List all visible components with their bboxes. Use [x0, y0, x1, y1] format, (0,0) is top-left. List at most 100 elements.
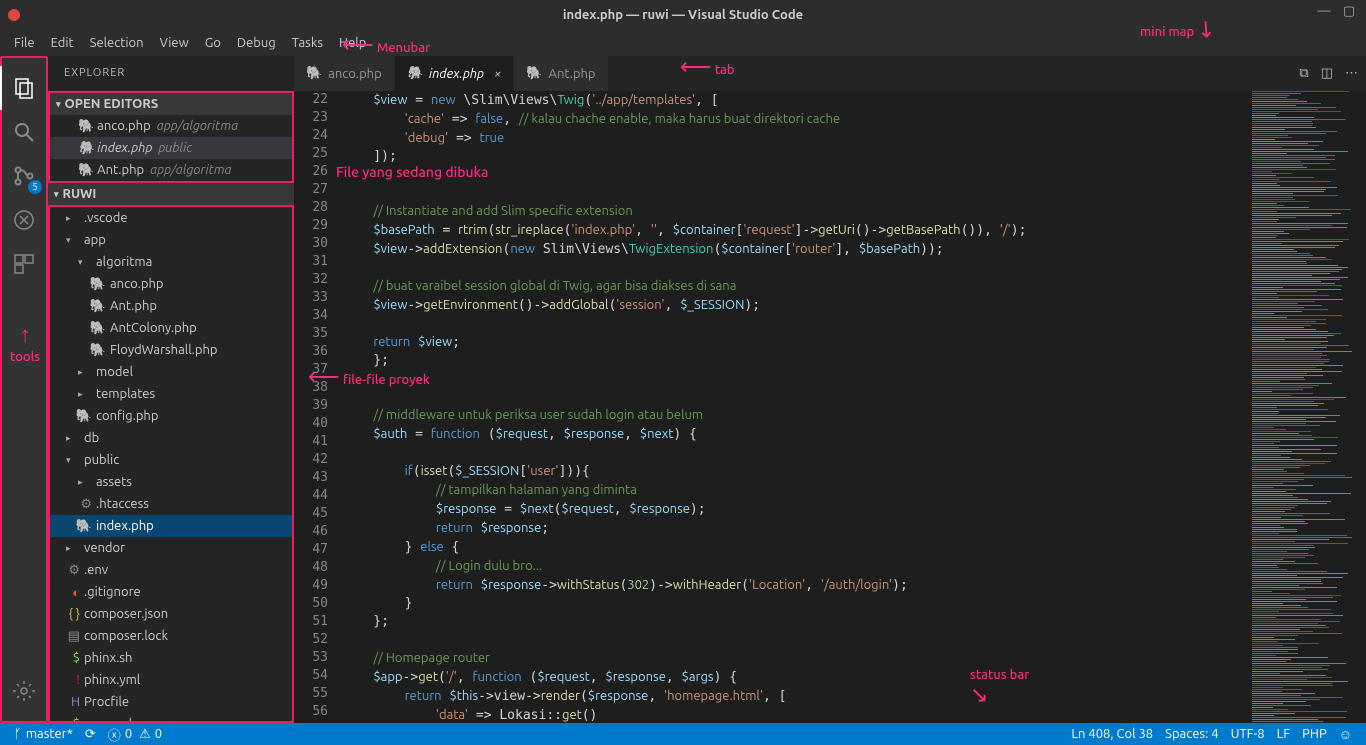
tree-item-label: .gitignore	[84, 585, 141, 599]
split-icon[interactable]: ⧉	[1299, 66, 1308, 81]
menu-edit[interactable]: Edit	[43, 30, 82, 56]
folder-icon: ▾	[76, 257, 92, 268]
tree-item-label: .vscode	[84, 211, 128, 225]
tree-file[interactable]: ▤composer.lock	[50, 625, 292, 647]
tree-file[interactable]: 🐘FloydWarshall.php	[50, 339, 292, 361]
tree-file[interactable]: 🐘AntColony.php	[50, 317, 292, 339]
scm-badge: 5	[28, 180, 42, 194]
tab[interactable]: 🐘Ant.php	[514, 56, 608, 91]
tree-file[interactable]: $server.sh	[50, 713, 292, 723]
tree-file[interactable]: $ phinx.sh	[50, 647, 292, 669]
feedback-icon[interactable]: ☺	[1333, 727, 1358, 742]
menu-debug[interactable]: Debug	[229, 30, 284, 56]
tree-item-label: phinx.yml	[84, 673, 140, 687]
tree-file[interactable]: HProcfile	[50, 691, 292, 713]
eol[interactable]: LF	[1271, 727, 1296, 742]
minimap[interactable]	[1246, 91, 1366, 723]
more-icon[interactable]: ⋯	[1345, 66, 1358, 81]
tree-folder[interactable]: ▸assets	[50, 471, 292, 493]
tree-item-label: composer.json	[84, 607, 168, 621]
folder-icon: ▸	[64, 543, 80, 554]
open-editors-header[interactable]: ▾OPEN EDITORS	[50, 93, 292, 115]
encoding[interactable]: UTF-8	[1225, 727, 1271, 742]
menu-help[interactable]: Help	[331, 30, 374, 56]
extensions-icon[interactable]	[0, 242, 48, 286]
tree-item-label: config.php	[96, 409, 158, 423]
explorer-icon[interactable]	[0, 66, 48, 110]
tree-item-label: composer.lock	[84, 629, 168, 643]
php-icon: 🐘	[78, 119, 94, 134]
menu-go[interactable]: Go	[197, 30, 229, 56]
sync-icon[interactable]: ⟳	[79, 727, 102, 742]
tree-folder[interactable]: ▸model	[50, 361, 292, 383]
tab[interactable]: 🐘anco.php	[294, 56, 395, 91]
menu-view[interactable]: View	[152, 30, 197, 56]
tree-item-label: app	[84, 233, 106, 247]
tree-folder[interactable]: ▾app	[50, 229, 292, 251]
settings-icon[interactable]	[0, 669, 48, 713]
code-content[interactable]: $view = new \Slim\Views\Twig('../app/tem…	[342, 91, 1246, 723]
tree-file[interactable]: ⚙.env	[50, 559, 292, 581]
tree-file[interactable]: ◐.gitignore	[50, 581, 292, 603]
open-editors-section: ▾OPEN EDITORS 🐘 anco.phpapp/algoritma🐘 i…	[48, 91, 294, 183]
tree-file[interactable]: 🐘 anco.php	[50, 273, 292, 295]
maximize-icon[interactable]: ▢	[1338, 4, 1360, 19]
tree-item-label: phinx.sh	[84, 651, 132, 665]
tree-file[interactable]: !phinx.yml	[50, 669, 292, 691]
tree-item-label: .htaccess	[96, 497, 149, 511]
close-window-dot[interactable]	[8, 9, 20, 21]
close-icon[interactable]: ×	[494, 67, 501, 81]
tree-item-label: vendor	[84, 541, 125, 555]
debug-icon[interactable]	[0, 198, 48, 242]
tree-folder[interactable]: ▸.vscode	[50, 207, 292, 229]
tree-folder[interactable]: ▸db	[50, 427, 292, 449]
layout-icon[interactable]: ◫	[1321, 66, 1333, 81]
tree-item-label: anco.php	[110, 277, 164, 291]
menu-selection[interactable]: Selection	[82, 30, 152, 56]
tab[interactable]: 🐘index.php×	[395, 56, 515, 91]
indent[interactable]: Spaces: 4	[1159, 727, 1224, 742]
sidebar-title: EXPLORER	[48, 56, 294, 91]
search-icon[interactable]	[0, 110, 48, 154]
workbench: 5 EXPLORER ▾OPEN EDITORS 🐘 anco.phpapp/a…	[0, 56, 1366, 723]
file-tree: ▸.vscode▾app▾algoritma🐘anco.php🐘Ant.php🐘…	[48, 205, 294, 723]
problems[interactable]: ⓧ 0 ⚠ 0	[102, 725, 168, 744]
tree-folder[interactable]: ▾public	[50, 449, 292, 471]
minimize-icon[interactable]: —	[1313, 4, 1335, 18]
tree-item-label: Procfile	[84, 695, 129, 709]
menu-file[interactable]: File	[6, 30, 43, 56]
tree-folder[interactable]: ▸templates	[50, 383, 292, 405]
language-mode[interactable]: PHP	[1296, 727, 1333, 742]
tab-label: Ant.php	[549, 67, 596, 81]
php-icon: 🐘	[76, 519, 92, 534]
sh-icon: $	[64, 651, 80, 665]
folder-icon: ▸	[76, 477, 92, 488]
folder-icon: ▸	[76, 367, 92, 378]
tree-file[interactable]: 🐘index.php	[50, 515, 292, 537]
vscode-window: index.php — ruwi — Visual Studio Code — …	[0, 0, 1366, 745]
tree-file[interactable]: { }composer.json	[50, 603, 292, 625]
window-title: index.php — ruwi — Visual Studio Code	[563, 8, 803, 22]
tree-item-label: db	[84, 431, 99, 445]
menu-tasks[interactable]: Tasks	[284, 30, 331, 56]
folder-icon: ▸	[76, 389, 92, 400]
open-editor-item[interactable]: 🐘 Ant.phpapp/algoritma	[50, 159, 292, 181]
open-editor-item[interactable]: 🐘 index.phppublic	[50, 137, 292, 159]
tree-file[interactable]: ⚙ .htaccess	[50, 493, 292, 515]
editor-area[interactable]: 22 23 24 25 26 27 28 29 30 31 32 33 34 3…	[294, 91, 1366, 723]
tree-file[interactable]: 🐘config.php	[50, 405, 292, 427]
source-control-icon[interactable]: 5	[0, 154, 48, 198]
tree-file[interactable]: 🐘Ant.php	[50, 295, 292, 317]
line-numbers: 22 23 24 25 26 27 28 29 30 31 32 33 34 3…	[294, 91, 342, 723]
gear-icon: ⚙	[76, 497, 92, 512]
php-icon: 🐘	[306, 66, 322, 81]
tree-item-label: algoritma	[96, 255, 152, 269]
tree-folder[interactable]: ▾ algoritma	[50, 251, 292, 273]
git-branch[interactable]: ᚶ master*	[8, 727, 79, 741]
side-bar: EXPLORER ▾OPEN EDITORS 🐘 anco.phpapp/alg…	[48, 56, 294, 723]
tree-folder[interactable]: ▸ vendor	[50, 537, 292, 559]
cursor-position[interactable]: Ln 408, Col 38	[1065, 727, 1159, 742]
open-editor-item[interactable]: 🐘 anco.phpapp/algoritma	[50, 115, 292, 137]
project-header[interactable]: ▾RUWI	[48, 183, 294, 205]
php-icon: 🐘	[90, 277, 106, 292]
